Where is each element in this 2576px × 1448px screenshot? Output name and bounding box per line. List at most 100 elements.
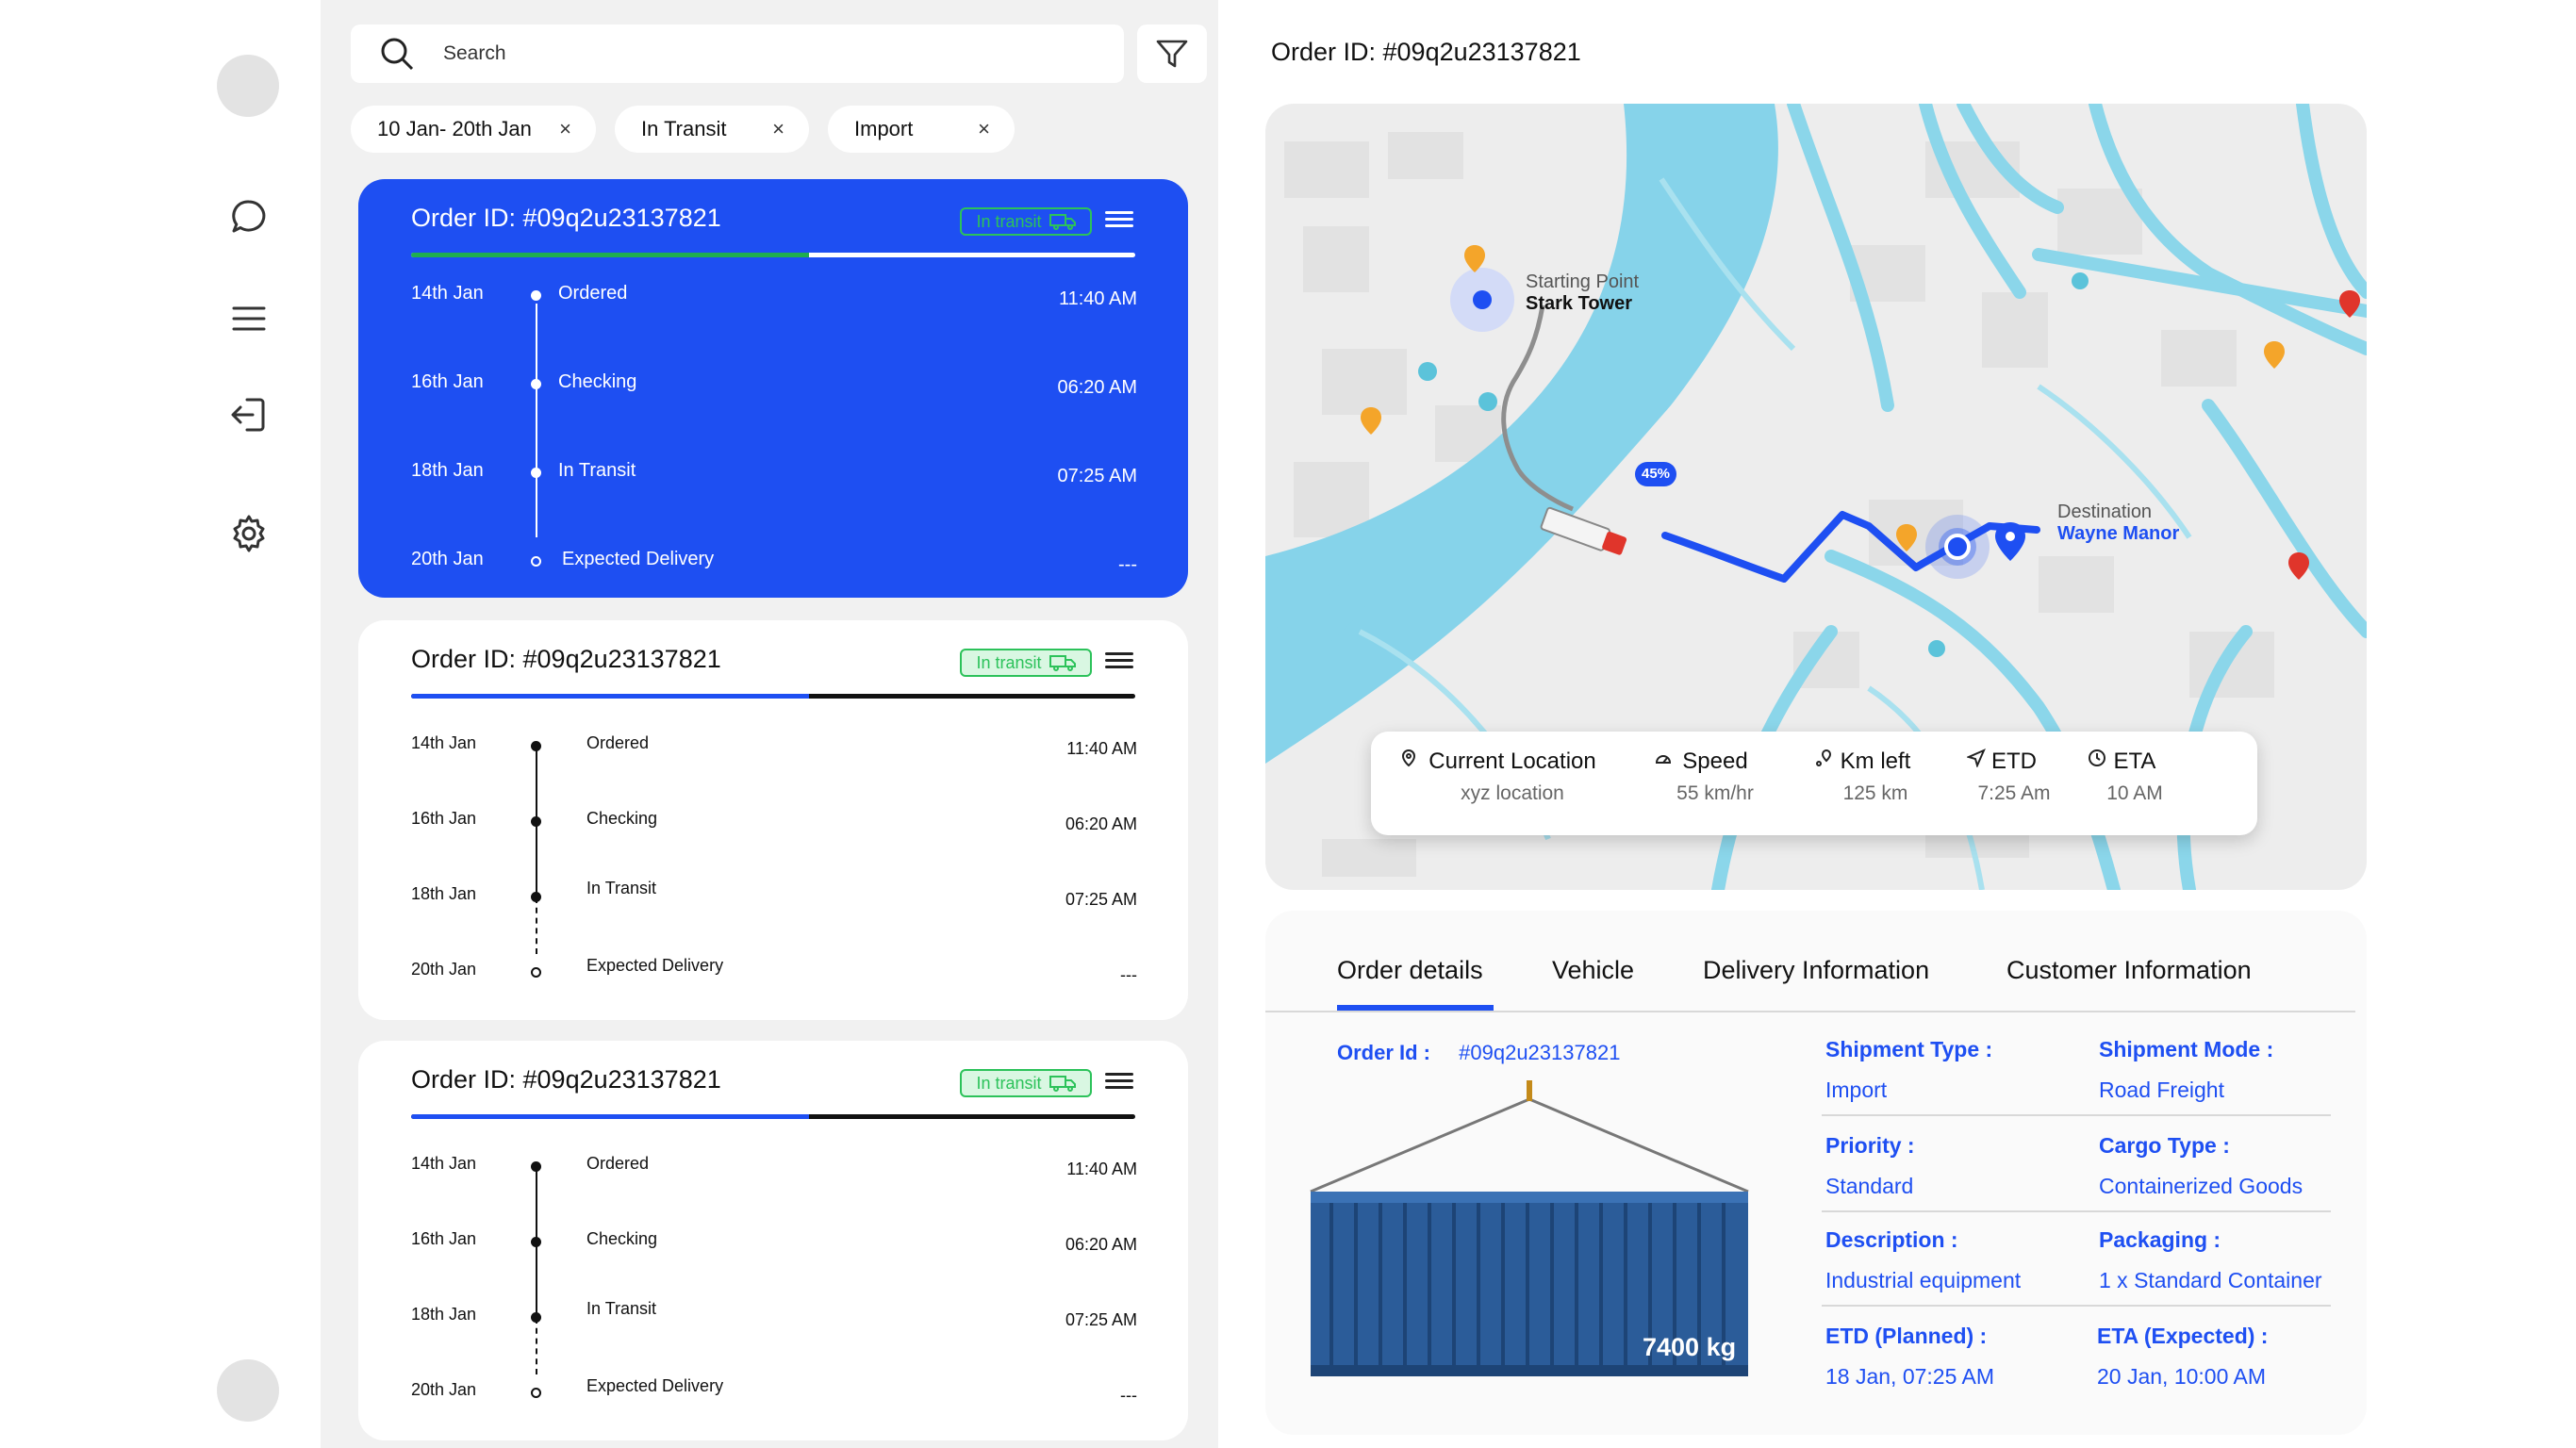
step-time: 07:25 AM [1057, 466, 1137, 486]
badge-label: In transit [976, 652, 1042, 672]
step-date: 16th Jan [411, 1229, 477, 1248]
step-time: --- [1120, 1386, 1137, 1405]
filter-button[interactable] [1137, 25, 1207, 83]
step-date: 18th Jan [411, 460, 484, 481]
order-card-title: Order ID: #09q2u23137821 [411, 645, 721, 673]
nav-rail [0, 0, 321, 1448]
order-card[interactable]: Order ID: #09q2u23137821 In transit 14th… [358, 1041, 1188, 1440]
order-progress-bar [411, 1114, 1135, 1119]
chat-icon[interactable] [226, 194, 272, 239]
badge-label: In transit [976, 211, 1042, 231]
start-name: Stark Tower [1526, 293, 1632, 314]
card-menu-icon[interactable] [1105, 649, 1133, 673]
step-label: Checking [586, 809, 658, 828]
tab-delivery-information[interactable]: Delivery Information [1703, 956, 1929, 985]
tab-vehicle[interactable]: Vehicle [1552, 956, 1634, 985]
order-card-title: Order ID: #09q2u23137821 [411, 1065, 721, 1094]
filter-funnel-icon [1156, 40, 1188, 68]
order-progress-bar [411, 253, 1135, 257]
info-eta: ETA 10 AM [2088, 749, 2182, 805]
step-date: 14th Jan [411, 733, 477, 752]
top-avatar[interactable] [217, 55, 279, 117]
info-value: 7:25 Am [1977, 782, 2051, 804]
settings-gear-icon[interactable] [226, 511, 272, 556]
step-date: 18th Jan [411, 884, 477, 903]
info-value: xyz location [1461, 782, 1564, 804]
start-caption: Starting Point [1526, 272, 1640, 292]
info-label: Speed [1682, 749, 1748, 774]
field-packaging: Packaging :1 x Standard Container [2099, 1227, 2322, 1292]
detail-order-title: Order ID: #09q2u23137821 [1271, 38, 1581, 66]
step-time: 07:25 AM [1065, 890, 1137, 909]
step-time: 11:40 AM [1066, 739, 1137, 758]
order-card[interactable]: Order ID: #09q2u23137821 In transit 14th… [358, 620, 1188, 1020]
step-label: In Transit [586, 879, 657, 897]
speedometer-icon [1655, 755, 1672, 764]
chip-label: In Transit [641, 117, 727, 140]
step-label: Ordered [558, 283, 628, 304]
search-input[interactable] [443, 42, 1009, 65]
timeline-step: 18th Jan In Transit 07:25 AM [411, 879, 1137, 922]
filter-chip-status[interactable]: In Transit × [615, 106, 809, 153]
step-date: 16th Jan [411, 371, 484, 392]
timeline-step: 14th Jan Ordered 11:40 AM [411, 733, 1137, 771]
timeline-step: 14th Jan Ordered 11:40 AM [411, 1154, 1137, 1192]
status-badge: In transit [960, 207, 1092, 236]
search-bar[interactable] [351, 25, 1124, 83]
step-date: 14th Jan [411, 283, 484, 304]
step-date: 14th Jan [411, 1154, 477, 1173]
chip-label: 10 Jan- 20th Jan [377, 117, 532, 140]
info-km-left: Km left 125 km [1814, 749, 1937, 805]
close-icon[interactable]: × [772, 117, 784, 141]
order-progress-bar [411, 694, 1135, 699]
step-label: Expected Delivery [562, 549, 715, 569]
dest-name: Wayne Manor [2057, 523, 2180, 544]
tracking-map[interactable]: Starting Point Stark Tower Destination W… [1265, 104, 2367, 890]
field-eta-expected: ETA (Expected) :20 Jan, 10:00 AM [2097, 1324, 2269, 1389]
step-date: 20th Jan [411, 549, 484, 569]
logout-icon[interactable] [226, 392, 272, 437]
info-etd: ETD 7:25 Am [1967, 749, 2061, 805]
filter-chip-type[interactable]: Import × [828, 106, 1015, 153]
route-pin-icon [1816, 749, 1832, 766]
field-priority: Priority : Standard [1825, 1133, 1915, 1198]
step-label: In Transit [586, 1299, 657, 1318]
order-card-active[interactable]: Order ID: #09q2u23137821 In transit 14th… [358, 179, 1188, 598]
close-icon[interactable]: × [978, 117, 990, 141]
order-list-panel: 10 Jan- 20th Jan × In Transit × Import ×… [321, 0, 1218, 1448]
badge-label: In transit [976, 1073, 1042, 1093]
info-value: 10 AM [2106, 782, 2163, 804]
tab-customer-information[interactable]: Customer Information [2006, 956, 2252, 985]
step-time: 07:25 AM [1065, 1310, 1137, 1329]
start-point-label: Starting Point Stark Tower [1526, 272, 1639, 315]
field-shipment-mode: Shipment Mode : Road Freight [2099, 1037, 2274, 1102]
step-label: Expected Delivery [586, 1376, 724, 1395]
info-label: ETA [2113, 749, 2156, 774]
bottom-avatar[interactable] [217, 1359, 279, 1422]
truck-icon [1049, 655, 1076, 671]
menu-icon[interactable] [226, 296, 272, 341]
step-date: 20th Jan [411, 1380, 477, 1399]
location-pin-icon [1401, 749, 1416, 767]
filter-chip-date[interactable]: 10 Jan- 20th Jan × [351, 106, 596, 153]
card-menu-icon[interactable] [1105, 1069, 1133, 1094]
step-label: Checking [586, 1229, 658, 1248]
field-cargo-type: Cargo Type : Containerized Goods [2099, 1133, 2304, 1198]
step-time: 06:20 AM [1057, 377, 1137, 398]
field-shipment-type: Shipment Type : Import [1825, 1037, 1993, 1102]
step-label: In Transit [558, 460, 636, 481]
field-description: Description : Industrial equipment [1825, 1227, 2022, 1292]
step-time: 11:40 AM [1058, 288, 1137, 309]
close-icon[interactable]: × [559, 117, 571, 141]
timeline-step: 16th Jan Checking 06:20 AM [411, 1229, 1137, 1267]
info-label: Current Location [1428, 749, 1596, 774]
step-time: --- [1118, 554, 1137, 575]
step-date: 20th Jan [411, 960, 477, 979]
card-menu-icon[interactable] [1105, 207, 1133, 232]
order-card-title: Order ID: #09q2u23137821 [411, 204, 721, 232]
dest-caption: Destination [2057, 502, 2153, 522]
tab-order-details[interactable]: Order details [1337, 956, 1483, 985]
timeline-step: 20th Jan Expected Delivery --- [411, 549, 1137, 586]
step-time: 06:20 AM [1065, 1235, 1137, 1254]
field-etd-planned: ETD (Planned) :18 Jan, 07:25 AM [1825, 1324, 1995, 1389]
